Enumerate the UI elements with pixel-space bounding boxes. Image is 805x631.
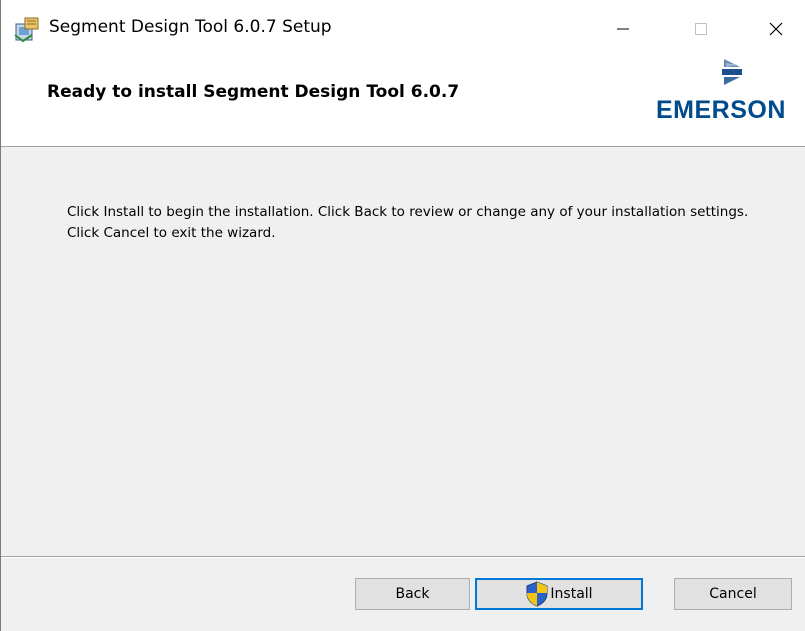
install-button-label: Install — [550, 586, 593, 602]
page-title: Ready to install Segment Design Tool 6.0… — [47, 82, 460, 102]
cancel-button[interactable]: Cancel — [674, 578, 792, 610]
emerson-logo-text: EMERSON — [656, 96, 786, 124]
back-button-label: Back — [395, 586, 430, 602]
close-button[interactable] — [746, 0, 805, 58]
minimize-icon — [617, 28, 629, 30]
uac-shield-icon — [526, 581, 548, 607]
setup-window: Segment Design Tool 6.0.7 Setup Ready to… — [0, 0, 805, 631]
maximize-icon — [695, 23, 707, 35]
cancel-button-label: Cancel — [709, 586, 757, 602]
back-button[interactable]: Back — [355, 578, 470, 610]
footer-divider — [1, 556, 805, 558]
instruction-text: Click Install to begin the installation.… — [67, 204, 749, 241]
installer-icon — [14, 17, 39, 43]
header-banner: Ready to install Segment Design Tool 6.0… — [1, 58, 805, 147]
maximize-button[interactable] — [671, 0, 731, 58]
install-button[interactable]: Install — [475, 578, 643, 610]
window-title: Segment Design Tool 6.0.7 Setup — [49, 17, 332, 37]
title-bar[interactable]: Segment Design Tool 6.0.7 Setup — [1, 0, 805, 58]
emerson-logo-mark — [722, 59, 742, 85]
close-icon — [769, 22, 783, 36]
minimize-button[interactable] — [593, 0, 653, 58]
